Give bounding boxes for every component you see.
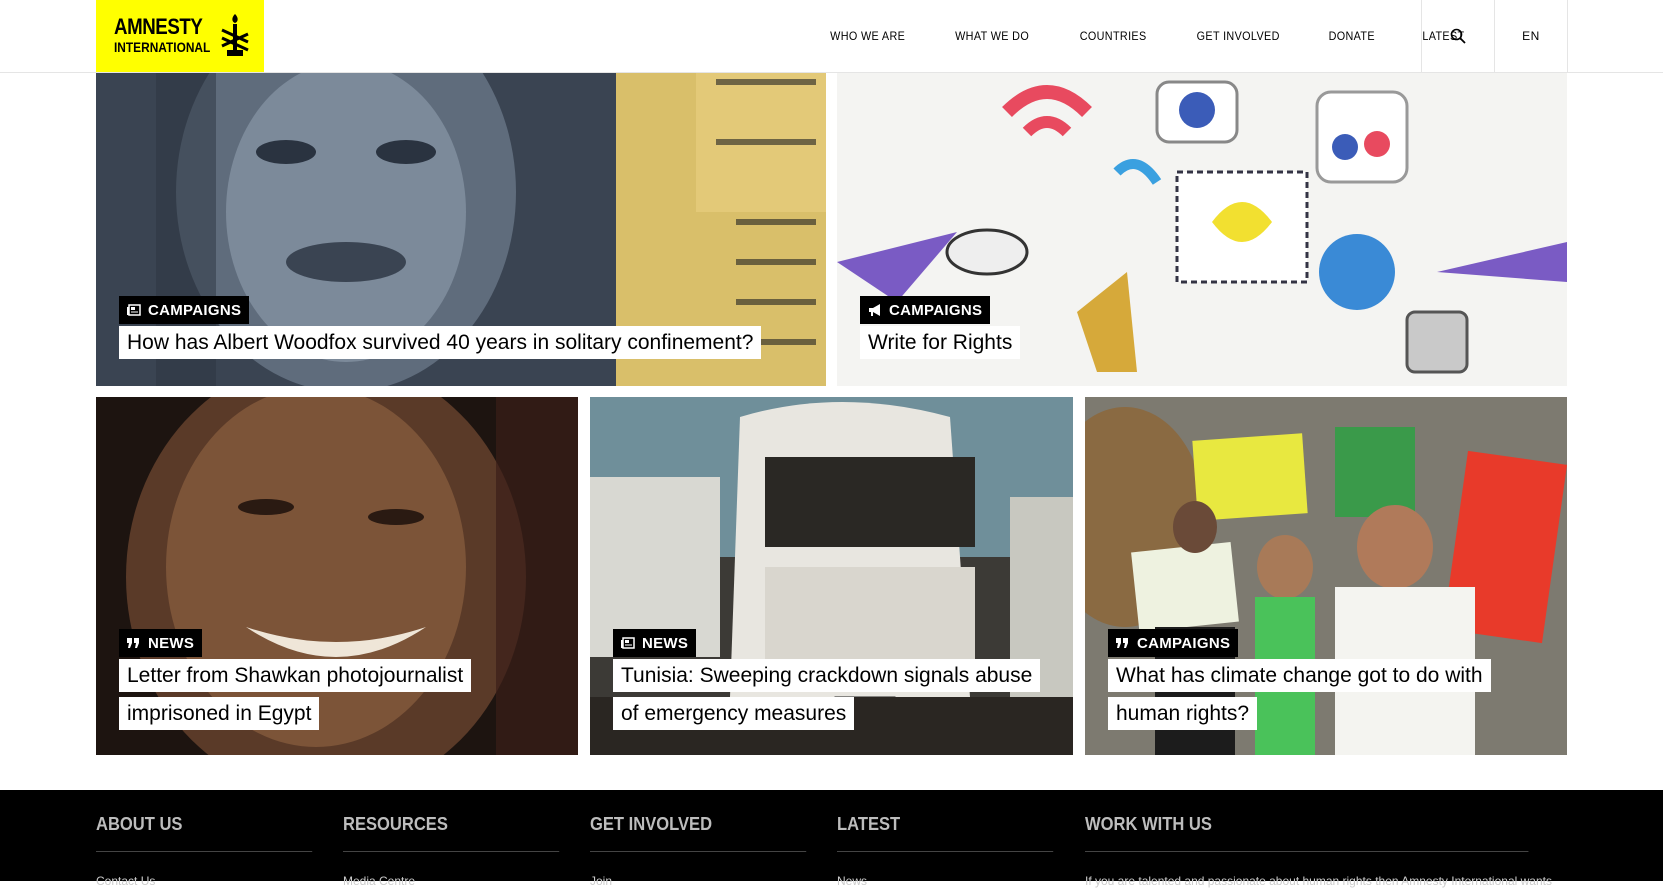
nav-who-we-are[interactable]: WHO WE ARE	[830, 29, 905, 43]
nav-get-involved[interactable]: GET INVOLVED	[1196, 29, 1279, 43]
headline-text: Write for Rights	[860, 326, 1021, 359]
story-headline[interactable]: Tunisia: Sweeping crackdown signals abus…	[613, 657, 1043, 733]
tag-label: NEWS	[642, 634, 689, 652]
footer-column-about-us: ABOUT US Contact Us	[96, 790, 331, 888]
story-card-tunisia[interactable]: NEWS Tunisia: Sweeping crackdown signals…	[590, 397, 1073, 755]
newspaper-icon	[127, 304, 141, 316]
footer-column-get-involved: GET INVOLVED Join	[590, 790, 825, 888]
headline-text: What has climate change got to do with h…	[1108, 659, 1491, 730]
logo-line-2: INTERNATIONAL	[114, 39, 211, 55]
story-card-albert-woodfox[interactable]: CAMPAIGNS How has Albert Woodfox survive…	[96, 72, 826, 386]
footer-column-work-with-us: WORK WITH US If you are talented and pas…	[1085, 790, 1567, 888]
story-headline[interactable]: Write for Rights	[860, 324, 1021, 362]
top-navigation: AMNESTY INTERNATIONAL WHO WE ARE WHAT WE…	[0, 0, 1663, 73]
story-headline[interactable]: What has climate change got to do with h…	[1108, 657, 1528, 733]
headline-text: Tunisia: Sweeping crackdown signals abus…	[613, 659, 1041, 730]
quote-icon	[127, 638, 139, 648]
footer-heading: GET INVOLVED	[590, 814, 807, 852]
story-card-write-for-rights[interactable]: CAMPAIGNS Write for Rights	[837, 72, 1567, 386]
category-tag: CAMPAIGNS	[1108, 629, 1239, 657]
footer-link[interactable]: Join	[590, 874, 825, 888]
story-card-shawkan[interactable]: NEWS Letter from Shawkan photojournalist…	[96, 397, 578, 755]
story-headline[interactable]: How has Albert Woodfox survived 40 years…	[119, 324, 762, 362]
headline-text: How has Albert Woodfox survived 40 years…	[119, 326, 762, 359]
logo-wordmark: AMNESTY INTERNATIONAL	[114, 14, 227, 55]
amnesty-logo[interactable]: AMNESTY INTERNATIONAL	[96, 0, 264, 72]
category-tag: CAMPAIGNS	[119, 296, 250, 324]
search-icon	[1450, 28, 1466, 44]
category-tag: NEWS	[613, 629, 697, 657]
footer-heading: WORK WITH US	[1085, 814, 1529, 852]
category-tag: NEWS	[119, 629, 203, 657]
logo-line-1: AMNESTY	[114, 14, 203, 39]
tag-label: CAMPAIGNS	[889, 301, 983, 319]
footer-column-latest: LATEST News	[837, 790, 1072, 888]
main-menu: WHO WE ARE WHAT WE DO COUNTRIES GET INVO…	[826, 0, 1509, 72]
footer-link[interactable]: Media Centre	[343, 874, 578, 888]
footer-link[interactable]: Contact Us	[96, 874, 331, 888]
footer-text: If you are talented and passionate about…	[1085, 874, 1552, 888]
category-tag: CAMPAIGNS	[860, 296, 991, 324]
newspaper-icon	[621, 637, 635, 649]
headline-text: Letter from Shawkan photojournalist impr…	[119, 659, 472, 730]
search-button[interactable]	[1421, 0, 1494, 72]
candle-icon	[221, 14, 249, 56]
story-headline[interactable]: Letter from Shawkan photojournalist impr…	[119, 657, 549, 733]
language-selector[interactable]: EN	[1494, 0, 1568, 72]
megaphone-icon	[869, 304, 880, 316]
site-footer: ABOUT US Contact Us RESOURCES Media Cent…	[0, 790, 1663, 888]
footer-heading: RESOURCES	[343, 814, 560, 852]
footer-heading: ABOUT US	[96, 814, 313, 852]
nav-donate[interactable]: DONATE	[1329, 29, 1375, 43]
footer-heading: LATEST	[837, 814, 1054, 852]
footer-column-resources: RESOURCES Media Centre	[343, 790, 578, 888]
tag-label: CAMPAIGNS	[1137, 634, 1231, 652]
footer-link[interactable]: News	[837, 874, 1072, 888]
tag-label: NEWS	[148, 634, 195, 652]
nav-what-we-do[interactable]: WHAT WE DO	[955, 29, 1029, 43]
quote-icon	[1116, 638, 1128, 648]
story-card-climate-change[interactable]: CAMPAIGNS What has climate change got to…	[1085, 397, 1567, 755]
nav-countries[interactable]: COUNTRIES	[1079, 29, 1146, 43]
tag-label: CAMPAIGNS	[148, 301, 242, 319]
